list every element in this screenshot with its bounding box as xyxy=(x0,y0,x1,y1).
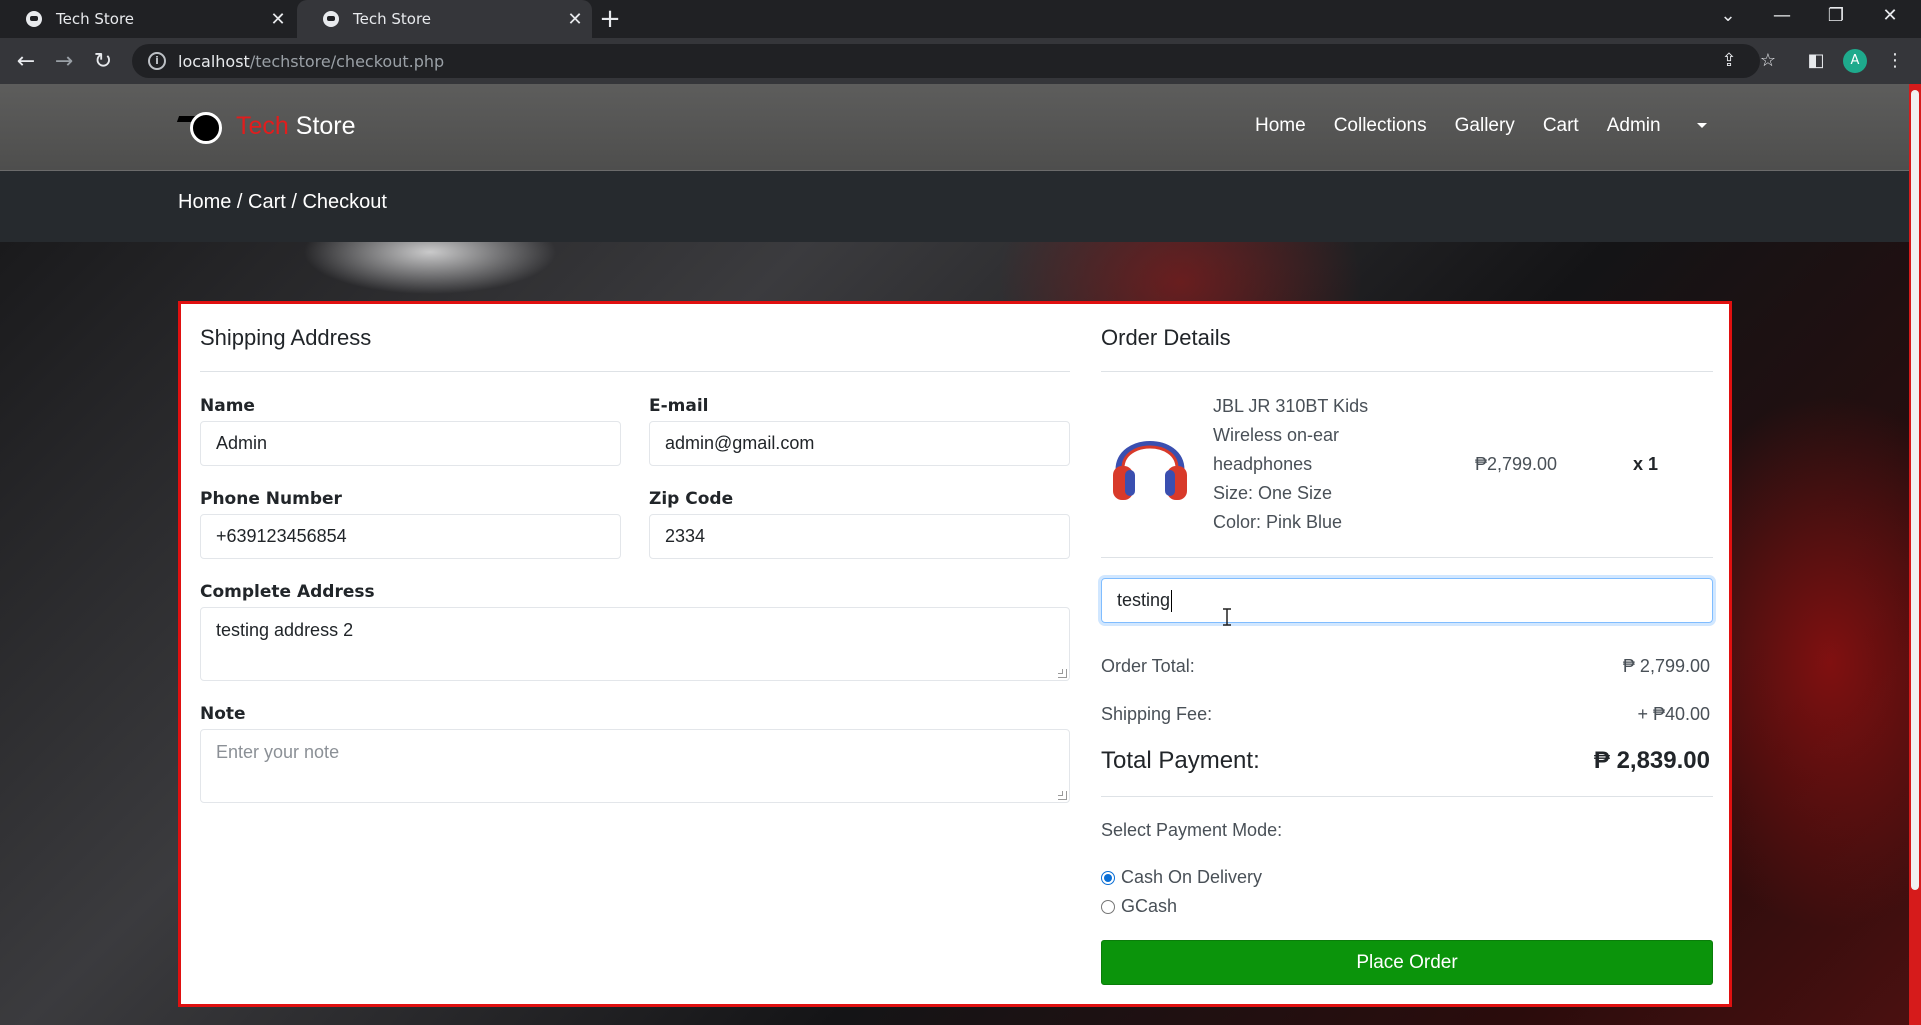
nav-cart[interactable]: Cart xyxy=(1543,115,1579,137)
url-path: /techstore/checkout.php xyxy=(249,51,445,71)
product-name-line-1: JBL JR 310BT Kids xyxy=(1213,396,1369,416)
zip-label: Zip Code xyxy=(649,489,734,509)
new-tab-icon[interactable]: + xyxy=(594,4,626,34)
divider xyxy=(1101,796,1713,797)
nav-home[interactable]: Home xyxy=(1255,115,1306,137)
total-payment-label: Total Payment: xyxy=(1101,747,1260,774)
brand-link[interactable]: Tech Store xyxy=(176,106,356,146)
text-cursor-icon xyxy=(1223,608,1231,626)
resize-handle-icon[interactable] xyxy=(1058,669,1067,678)
address-label: Complete Address xyxy=(200,582,375,602)
checkout-card: Shipping Address Name Admin E-mail admin… xyxy=(178,301,1732,1007)
minimize-icon[interactable]: — xyxy=(1754,0,1810,34)
note-textarea[interactable]: Enter your note xyxy=(200,729,1070,803)
text-caret xyxy=(1171,589,1173,612)
order-text-input[interactable]: testing xyxy=(1101,578,1713,623)
order-total-value: ₱ 2,799.00 xyxy=(1622,656,1710,676)
shipping-fee-value: + ₱40.00 xyxy=(1637,704,1710,724)
tab-search-icon[interactable]: ⌄ xyxy=(1700,0,1756,34)
email-label: E-mail xyxy=(649,396,709,416)
site-favicon-icon xyxy=(323,11,339,27)
place-order-button[interactable]: Place Order xyxy=(1101,940,1713,985)
side-panel-icon[interactable]: ◧ xyxy=(1803,48,1829,74)
nav-collections[interactable]: Collections xyxy=(1334,115,1427,137)
nav-admin-dropdown[interactable]: Admin xyxy=(1607,115,1707,137)
product-name-line-2: Wireless on-ear xyxy=(1213,425,1340,445)
browser-toolbar: ← → ↻ i localhost/techstore/checkout.php… xyxy=(0,38,1921,84)
nav-gallery[interactable]: Gallery xyxy=(1455,115,1515,137)
restore-icon[interactable]: ❐ xyxy=(1808,0,1864,34)
name-field[interactable]: Admin xyxy=(200,421,621,466)
profile-avatar[interactable]: A xyxy=(1843,49,1867,73)
brand-logo-icon xyxy=(176,106,228,146)
product-headphones-image xyxy=(1113,441,1187,500)
radio-button[interactable] xyxy=(1101,899,1115,914)
site-info-icon[interactable]: i xyxy=(148,52,166,70)
note-label: Note xyxy=(200,704,246,724)
close-window-icon[interactable]: ✕ xyxy=(1862,0,1918,34)
phone-field[interactable]: +639123456854 xyxy=(200,514,621,559)
product-color: Color: Pink Blue xyxy=(1213,512,1343,532)
browser-tab-1[interactable]: Tech Store ✕ xyxy=(0,0,295,38)
main-nav: Home Collections Gallery Cart Admin xyxy=(1255,115,1735,137)
back-icon[interactable]: ← xyxy=(9,45,43,79)
tab-close-icon[interactable]: ✕ xyxy=(261,9,295,30)
total-payment-value: ₱ 2,839.00 xyxy=(1593,747,1710,774)
divider xyxy=(200,371,1070,372)
scrollbar-thumb[interactable] xyxy=(1911,90,1919,890)
breadcrumb-bar: Home / Cart / Checkout xyxy=(0,171,1909,242)
site-navbar: Tech Store Home Collections Gallery Cart… xyxy=(0,84,1909,171)
tab-title: Tech Store xyxy=(353,10,432,28)
name-label: Name xyxy=(200,396,255,416)
resize-handle-icon[interactable] xyxy=(1058,791,1067,800)
payment-option-gcash[interactable]: GCash xyxy=(1101,896,1177,917)
product-name-line-3: headphones xyxy=(1213,454,1313,474)
divider xyxy=(1101,371,1713,372)
shipping-address-title: Shipping Address xyxy=(200,325,372,350)
bookmark-star-icon[interactable]: ☆ xyxy=(1755,48,1781,74)
phone-label: Phone Number xyxy=(200,489,342,509)
brand-name: Tech Store xyxy=(236,111,356,140)
site-favicon-icon xyxy=(26,11,42,27)
tab-title: Tech Store xyxy=(56,10,135,28)
order-details-title: Order Details xyxy=(1101,325,1231,350)
divider xyxy=(1101,557,1713,558)
reload-icon[interactable]: ↻ xyxy=(86,45,120,79)
browser-tabstrip: Tech Store ✕ Tech Store ✕ + ⌄ — ❐ ✕ xyxy=(0,0,1921,38)
forward-icon[interactable]: → xyxy=(47,45,81,79)
url-host: localhost xyxy=(178,51,250,71)
product-size: Size: One Size xyxy=(1213,483,1333,503)
tab-close-icon[interactable]: ✕ xyxy=(558,9,592,30)
breadcrumb: Home / Cart / Checkout xyxy=(178,191,387,213)
payment-option-cod[interactable]: Cash On Delivery xyxy=(1101,867,1262,888)
radio-button[interactable] xyxy=(1101,870,1115,885)
browser-menu-icon[interactable]: ⋮ xyxy=(1882,48,1908,74)
payment-mode-label: Select Payment Mode: xyxy=(1101,820,1283,840)
product-price: ₱2,799.00 xyxy=(1475,454,1558,474)
product-quantity: x 1 xyxy=(1633,454,1659,474)
browser-tab-2[interactable]: Tech Store ✕ xyxy=(297,0,592,38)
shipping-fee-label: Shipping Fee: xyxy=(1101,704,1213,724)
address-textarea[interactable]: testing address 2 xyxy=(200,607,1070,681)
order-total-label: Order Total: xyxy=(1101,656,1195,676)
chevron-down-icon xyxy=(1696,123,1707,129)
address-bar[interactable]: i localhost/techstore/checkout.php xyxy=(132,44,1760,78)
email-field[interactable]: admin@gmail.com xyxy=(649,421,1070,466)
zip-field[interactable]: 2334 xyxy=(649,514,1070,559)
share-icon[interactable]: ⇪ xyxy=(1716,48,1742,74)
